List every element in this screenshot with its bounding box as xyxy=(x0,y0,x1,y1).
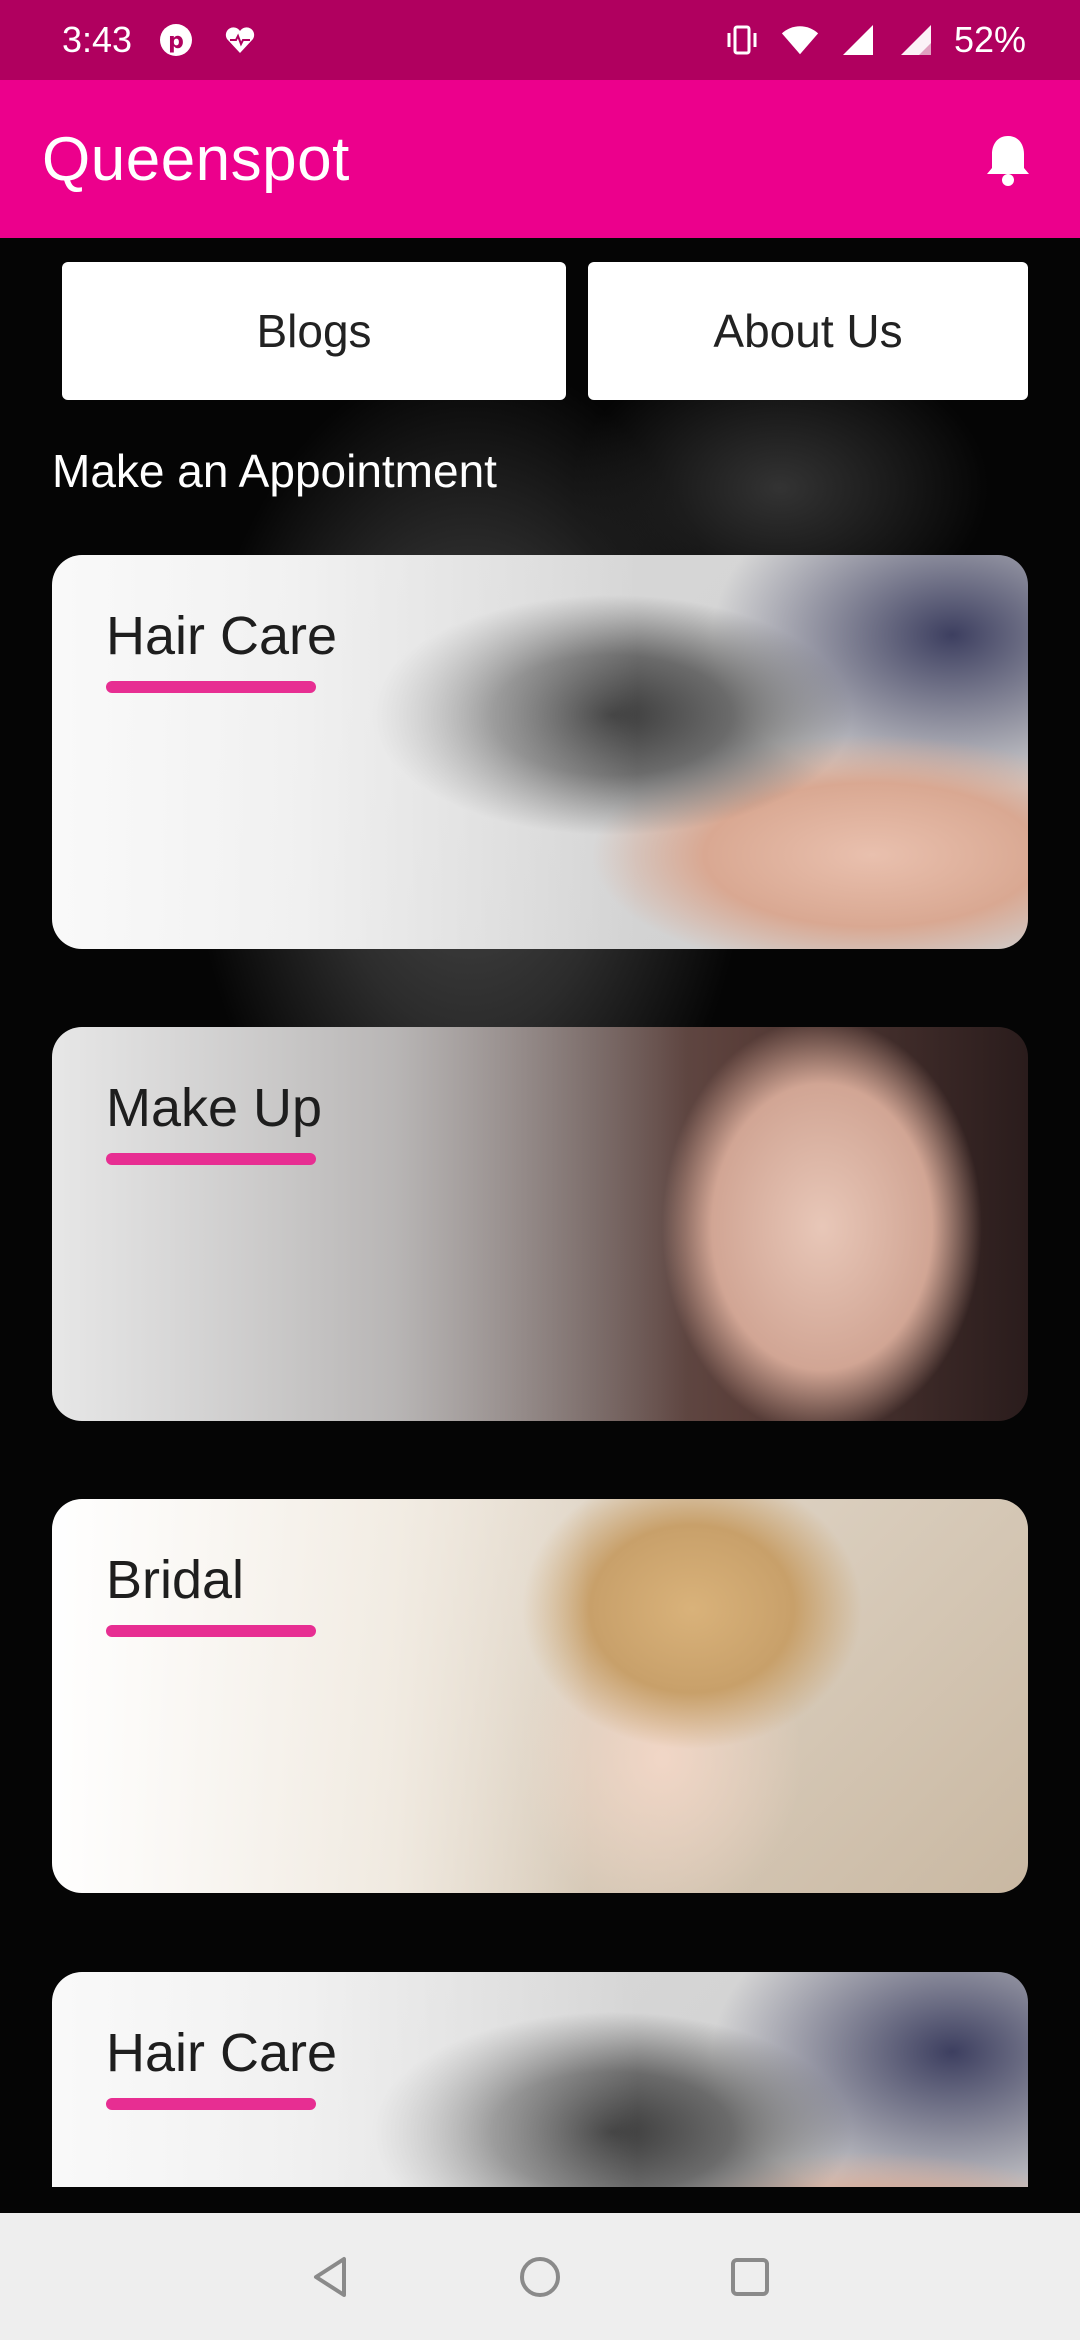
content-area[interactable]: Blogs About Us Make an Appointment Hair … xyxy=(0,238,1080,2213)
home-icon[interactable] xyxy=(510,2247,570,2307)
service-card-bridal[interactable]: Bridal xyxy=(52,1499,1028,1893)
card-title: Make Up xyxy=(106,1078,323,1138)
card-underline xyxy=(106,2098,316,2110)
wifi-icon xyxy=(780,20,820,60)
top-buttons: Blogs About Us xyxy=(62,262,1028,400)
bell-icon[interactable] xyxy=(978,129,1038,189)
card-underline xyxy=(106,1153,316,1165)
service-card-make-up[interactable]: Make Up xyxy=(52,1027,1028,1421)
card-title: Hair Care xyxy=(106,606,338,666)
status-bar: 3:43 p 52% xyxy=(0,0,1080,80)
status-time: 3:43 xyxy=(62,19,133,60)
card-title: Bridal xyxy=(106,1550,245,1610)
svg-text:p: p xyxy=(168,29,184,54)
blogs-button[interactable]: Blogs xyxy=(62,262,566,400)
pinterest-icon: p xyxy=(156,20,196,60)
service-card-hair-care-2[interactable]: Hair Care xyxy=(52,1972,1028,2187)
health-heart-icon xyxy=(220,20,260,60)
card-underline xyxy=(106,681,316,693)
vibrate-icon xyxy=(722,20,762,60)
back-icon[interactable] xyxy=(300,2247,360,2307)
card-underline xyxy=(106,1625,316,1637)
navigation-bar xyxy=(0,2213,1080,2340)
app-bar: Queenspot xyxy=(0,80,1080,238)
card-title: Hair Care xyxy=(106,2023,338,2083)
about-us-button[interactable]: About Us xyxy=(588,262,1028,400)
section-title: Make an Appointment xyxy=(52,445,497,497)
battery-percent: 52% xyxy=(953,19,1026,60)
recents-icon[interactable] xyxy=(720,2247,780,2307)
signal-icon-2 xyxy=(896,20,936,60)
signal-icon xyxy=(838,20,878,60)
service-card-hair-care[interactable]: Hair Care xyxy=(52,555,1028,949)
app-title: Queenspot xyxy=(42,124,350,194)
